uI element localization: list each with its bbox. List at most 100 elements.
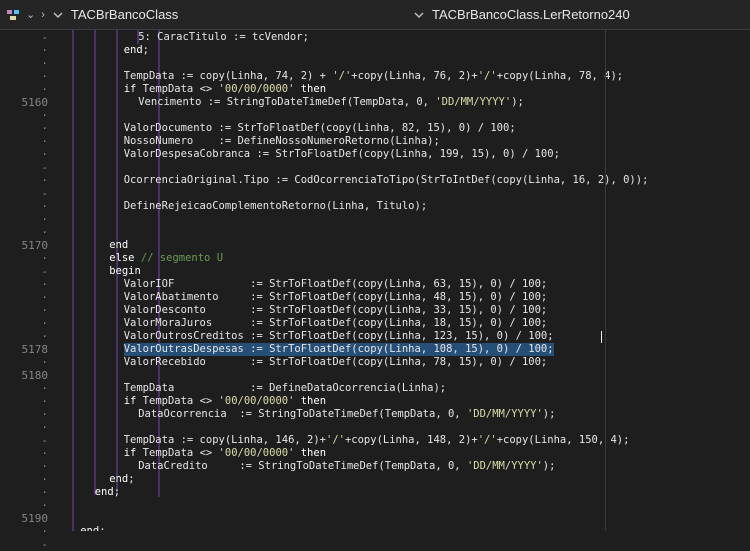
line-number: - xyxy=(41,538,48,551)
code-line[interactable]: ValorIOF := StrToFloatDef(copy(Linha, 63… xyxy=(124,278,548,291)
code-line[interactable]: if TempData <> '00/00/0000' then xyxy=(124,83,326,96)
code-line[interactable]: end; xyxy=(109,473,134,486)
method-breadcrumb[interactable]: TACBrBancoClass.LerRetorno240 xyxy=(432,7,630,22)
chevron-down-icon[interactable]: ⌄ xyxy=(26,8,35,21)
code-token: DataCredito := StringToDateTimeDef(TempD… xyxy=(138,460,467,472)
code-line[interactable]: DataOcorrencia := StringToDateTimeDef(Te… xyxy=(138,408,555,421)
line-number: · xyxy=(41,473,48,486)
line-number: - xyxy=(41,187,48,200)
code-line-selected[interactable]: ValorOutrasDespesas := StrToFloatDef(cop… xyxy=(123,343,554,356)
chevron-down-icon[interactable] xyxy=(51,8,65,22)
code-token: +copy(Linha, 76, 2)+ xyxy=(351,70,478,82)
string-token: '00/00/0000' xyxy=(218,395,295,407)
line-number: 5178 xyxy=(21,343,49,356)
code-line[interactable]: if TempData <> '00/00/0000' then xyxy=(124,447,326,460)
line-number: 5180 xyxy=(21,369,49,382)
code-token: DataOcorrencia := StringToDateTimeDef(Te… xyxy=(138,408,467,420)
code-editor[interactable]: 5: CaracTitulo := tcVendor; end; TempData … xyxy=(58,30,750,531)
code-token: OcorrenciaOriginal.Tipo := CodOcorrencia… xyxy=(123,174,649,186)
code-line[interactable]: ValorDespesaCobranca := StrToFloatDef(co… xyxy=(124,148,560,161)
line-number: · xyxy=(41,278,48,291)
string-token: '/' xyxy=(326,434,345,446)
chevron-right-icon[interactable]: › xyxy=(41,9,45,21)
breadcrumb-right[interactable]: TACBrBancoClass.LerRetorno240 xyxy=(412,7,630,22)
code-line[interactable]: DataCredito := StringToDateTimeDef(TempD… xyxy=(138,460,555,473)
code-token: ; xyxy=(113,486,121,498)
code-line[interactable]: DefineRejeicaoComplementoRetorno(Linha, … xyxy=(124,200,427,213)
line-number: · xyxy=(41,70,48,83)
keyword-token: end xyxy=(109,239,129,251)
line-number: · xyxy=(41,486,48,499)
class-breadcrumb[interactable]: TACBrBancoClass xyxy=(71,7,178,22)
code-token: ; xyxy=(142,44,149,56)
keyword-token: then xyxy=(300,83,327,95)
editor-right-margin xyxy=(605,30,606,531)
line-number: · xyxy=(41,304,48,317)
structure-icon xyxy=(6,8,20,22)
string-token: '/' xyxy=(332,70,352,82)
code-line[interactable]: end; xyxy=(95,486,120,499)
code-line[interactable]: ValorRecebido := StrToFloatDef(copy(Linh… xyxy=(124,356,548,369)
keyword-token: else xyxy=(109,252,135,264)
code-token: ValorMoraJuros := StrToFloatDef(copy(Lin… xyxy=(123,317,548,329)
keyword-token: end xyxy=(80,525,100,531)
line-number: - xyxy=(41,434,48,447)
code-token: ); xyxy=(542,408,556,420)
code-token: ValorIOF := StrToFloatDef(copy(Linha, 63… xyxy=(123,278,548,290)
code-line[interactable]: begin xyxy=(109,265,141,278)
keyword-token: then xyxy=(300,395,327,407)
code-token: ; xyxy=(99,525,106,531)
line-number: · xyxy=(41,395,48,408)
code-line[interactable]: end; xyxy=(124,44,149,57)
code-line[interactable]: NossoNumero := DefineNossoNumeroRetorno(… xyxy=(124,135,440,148)
code-line[interactable]: 5: CaracTitulo := tcVendor; xyxy=(138,31,309,44)
code-line[interactable]: ValorMoraJuros := StrToFloatDef(copy(Lin… xyxy=(124,317,548,330)
code-token: TempData := DefineDataOcorrencia(Linha); xyxy=(123,382,447,394)
keyword-token: if xyxy=(123,83,137,95)
code-token: Vencimento := StringToDateTimeDef(TempDa… xyxy=(138,96,436,108)
vertical-scrollbar[interactable] xyxy=(740,30,750,531)
keyword-token: if xyxy=(123,395,137,407)
code-line[interactable]: ValorDocumento := StrToFloatDef(copy(Lin… xyxy=(124,122,516,135)
editor-breadcrumb-bar: ⌄ › TACBrBancoClass TACBrBancoClass.LerR… xyxy=(0,0,750,30)
code-token: ); xyxy=(511,96,524,108)
string-token: 'DD/MM/YYYY' xyxy=(466,408,543,420)
code-lines[interactable]: 5: CaracTitulo := tcVendor; end; TempData … xyxy=(58,30,750,531)
line-number: · xyxy=(41,174,48,187)
line-number: · xyxy=(41,460,48,473)
code-line[interactable]: end; xyxy=(80,525,105,531)
line-number: - xyxy=(41,31,48,44)
line-number: · xyxy=(41,44,48,57)
code-line[interactable]: OcorrenciaOriginal.Tipo := CodOcorrencia… xyxy=(124,174,649,187)
line-number: 5160 xyxy=(21,96,49,109)
code-token: TempData <> xyxy=(136,447,219,459)
code-line[interactable]: end xyxy=(109,239,128,252)
line-number: · xyxy=(41,148,48,161)
keyword-token: end xyxy=(109,473,129,485)
code-token: TempData := copy(Linha, 146, 2)+ xyxy=(123,434,326,446)
code-line[interactable]: ValorOutrosCreditos := StrToFloatDef(cop… xyxy=(124,330,554,343)
code-token: ValorOutrosCreditos := StrToFloatDef(cop… xyxy=(123,330,554,342)
code-line[interactable]: ValorAbatimento := StrToFloatDef(copy(Li… xyxy=(124,291,548,304)
code-token: ); xyxy=(542,460,556,472)
code-token: TempData <> xyxy=(136,395,219,407)
keyword-token: end xyxy=(123,44,143,56)
code-token: NossoNumero := DefineNossoNumeroRetorno(… xyxy=(123,135,440,147)
code-token: +copy(Linha, 150, 4); xyxy=(496,434,630,446)
code-line[interactable]: TempData := copy(Linha, 74, 2) + '/'+cop… xyxy=(124,70,623,83)
code-line[interactable]: if TempData <> '00/00/0000' then xyxy=(124,395,326,408)
code-line[interactable]: TempData := copy(Linha, 146, 2)+'/'+copy… xyxy=(124,434,630,447)
code-line[interactable]: else // segmento U xyxy=(109,252,223,265)
code-token: ValorAbatimento := StrToFloatDef(copy(Li… xyxy=(123,291,548,303)
line-number: - xyxy=(41,161,48,174)
breadcrumb-left[interactable]: ⌄ › TACBrBancoClass xyxy=(6,7,178,22)
line-number: - xyxy=(41,265,48,278)
chevron-down-icon[interactable] xyxy=(412,8,426,22)
code-line[interactable]: TempData := DefineDataOcorrencia(Linha); xyxy=(124,382,446,395)
code-line[interactable]: ValorDesconto := StrToFloatDef(copy(Linh… xyxy=(124,304,548,317)
code-token: +copy(Linha, 148, 2)+ xyxy=(344,434,478,446)
line-number: · xyxy=(41,317,48,330)
code-line[interactable]: Vencimento := StringToDateTimeDef(TempDa… xyxy=(138,96,524,109)
code-token: ValorRecebido := StrToFloatDef(copy(Linh… xyxy=(123,356,548,368)
line-number: · xyxy=(41,499,48,512)
